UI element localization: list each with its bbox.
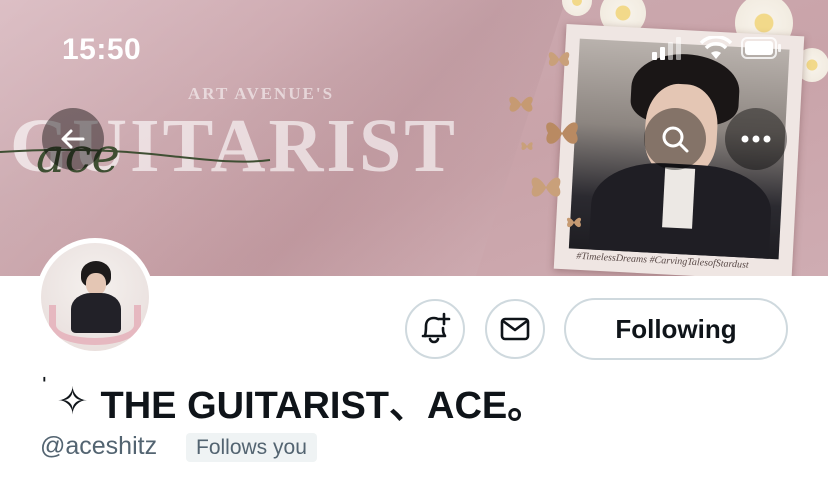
- notifications-button[interactable]: [405, 299, 465, 359]
- avatar-flower-wreath: [49, 305, 141, 345]
- bell-plus-icon: [421, 312, 451, 344]
- battery-icon: [741, 37, 781, 59]
- profile-display-name: ˈ ✧ THE GUITARIST、ACE。: [40, 372, 546, 429]
- butterfly-icon: [566, 217, 582, 228]
- butterfly-icon: [521, 142, 533, 150]
- following-button[interactable]: Following: [564, 298, 788, 360]
- profile-avatar[interactable]: [36, 238, 154, 356]
- sparkle-icon: ✧: [56, 381, 89, 423]
- wifi-icon: [699, 35, 733, 59]
- mail-icon: [500, 317, 530, 341]
- banner-subtitle: ART AVENUE'S: [188, 84, 335, 103]
- avatar-image: [41, 243, 149, 351]
- profile-handle: @aceshitz: [40, 432, 158, 460]
- follows-you-badge: Follows you: [186, 433, 317, 462]
- back-arrow-icon: [61, 129, 85, 149]
- status-time: 15:50: [62, 33, 142, 66]
- back-button[interactable]: [42, 108, 104, 170]
- more-options-button[interactable]: [725, 108, 787, 170]
- more-icon: [741, 135, 771, 143]
- search-icon: [662, 126, 689, 153]
- status-icons: [652, 35, 782, 67]
- search-button[interactable]: [644, 108, 706, 170]
- butterfly-icon: [509, 96, 533, 112]
- signal-icon: [652, 37, 681, 60]
- butterfly-icon: [531, 177, 561, 197]
- display-name-text: THE GUITARIST、ACE。: [100, 385, 546, 427]
- butterfly-icon: [548, 52, 570, 67]
- butterfly-icon: [546, 122, 578, 144]
- flower-decoration: [562, 0, 592, 16]
- message-button[interactable]: [485, 299, 545, 359]
- name-prefix-mark: ˈ: [40, 372, 49, 402]
